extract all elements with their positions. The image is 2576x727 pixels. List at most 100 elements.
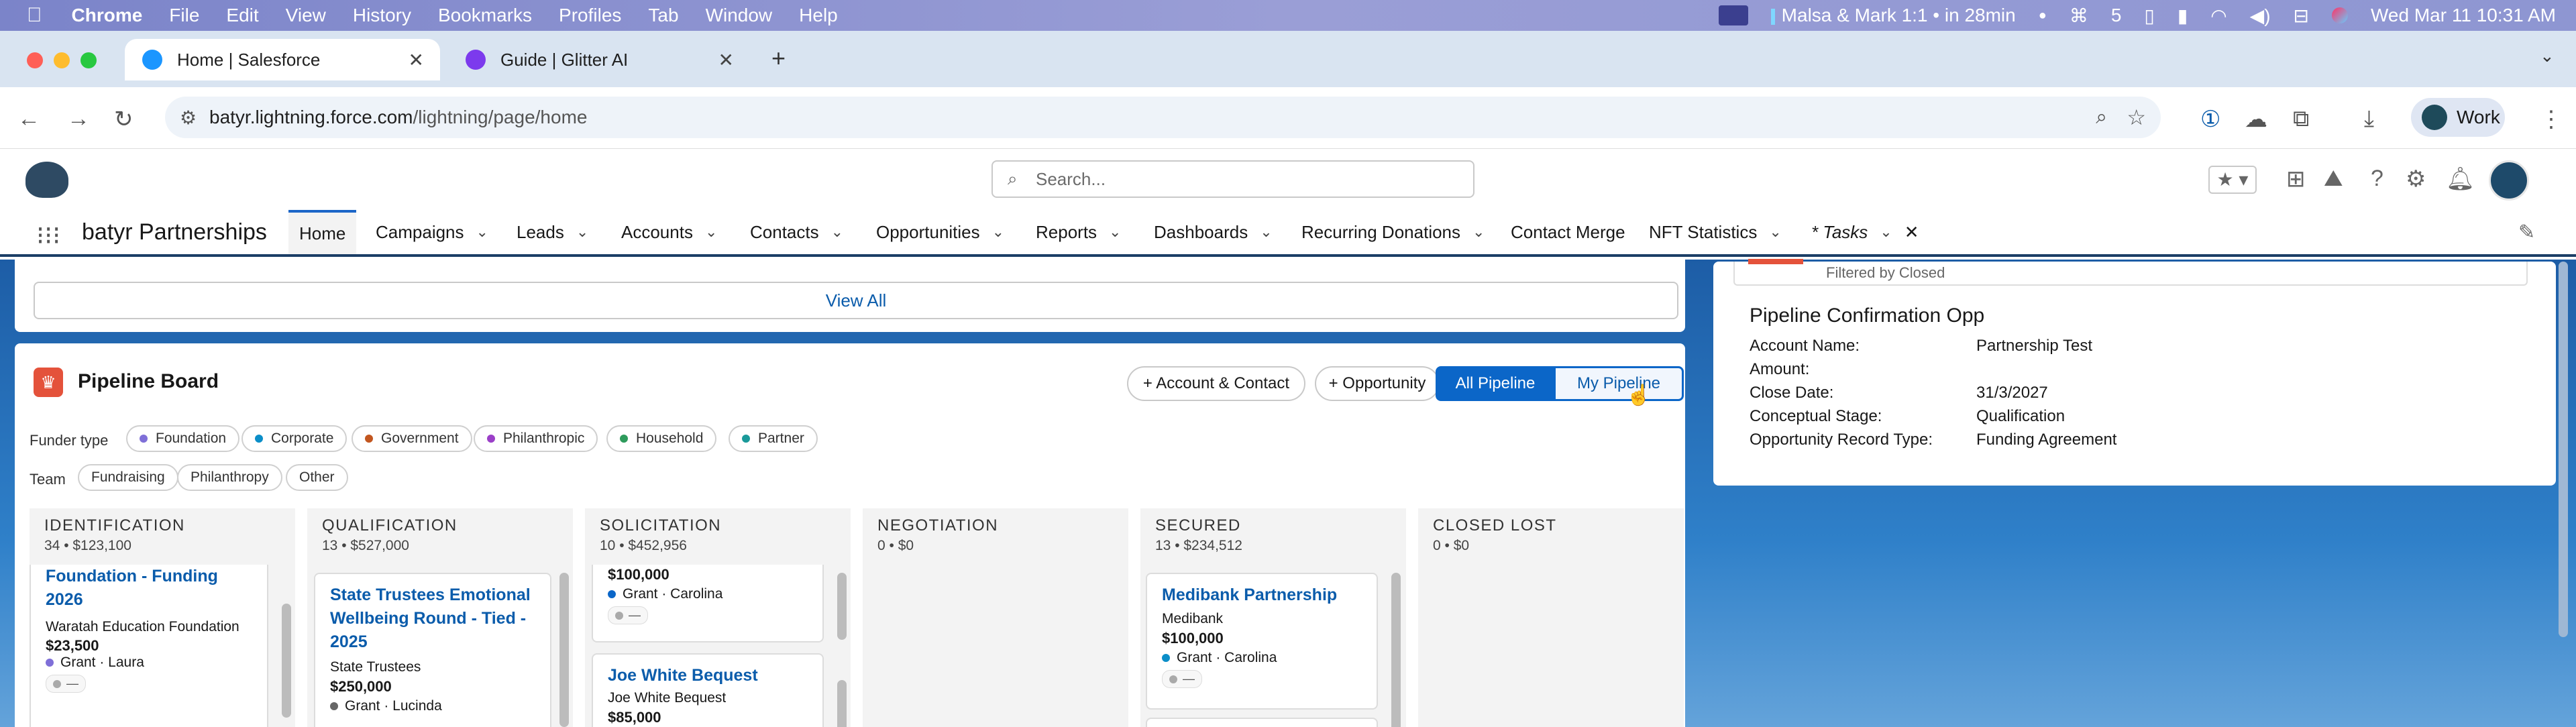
filter-chip-foundation[interactable]: Foundation xyxy=(126,425,240,452)
chevron-down-icon[interactable]: ⌄ xyxy=(831,223,843,241)
column-scrollbar[interactable] xyxy=(1391,573,1401,727)
forward-icon[interactable]: → xyxy=(67,106,90,132)
filter-chip-corporate[interactable]: Corporate xyxy=(241,425,347,452)
opportunity-title[interactable]: Foundation - Funding 2026 xyxy=(46,565,252,612)
password-manager-icon[interactable]: ① xyxy=(2200,106,2220,133)
notification-count[interactable]: 5 xyxy=(2111,5,2122,26)
status-pill[interactable]: — xyxy=(1162,670,1202,688)
wifi-icon[interactable]: ◠ xyxy=(2210,5,2226,27)
opportunity-card[interactable]: Medibank Partnership Medibank $100,000 G… xyxy=(1146,573,1378,710)
column-scrollbar[interactable] xyxy=(837,573,847,640)
cloud-extension-icon[interactable]: ☁ xyxy=(2245,106,2267,133)
menu-view[interactable]: View xyxy=(286,5,326,26)
team-chip-philanthropy[interactable]: Philanthropy xyxy=(177,464,282,491)
chevron-down-icon[interactable]: ⌄ xyxy=(576,223,588,241)
nav-contact-merge[interactable]: Contact Merge xyxy=(1511,210,1625,254)
menu-tab[interactable]: Tab xyxy=(648,5,678,26)
column-scrollbar-thumb[interactable] xyxy=(837,680,847,727)
filter-chip-philanthropic[interactable]: Philanthropic xyxy=(474,425,598,452)
zoom-icon[interactable]: ⌕ xyxy=(2096,106,2107,129)
window-minimize-button[interactable] xyxy=(54,52,70,68)
page-scrollbar[interactable] xyxy=(2559,262,2568,637)
opportunity-title[interactable]: State Trustees Emotional Wellbeing Round… xyxy=(330,583,535,654)
menu-help[interactable]: Help xyxy=(799,5,838,26)
setup-gear-icon[interactable]: ⚙ xyxy=(2406,166,2426,192)
app-launcher-icon[interactable]: ⁝⁝⁝ xyxy=(36,221,60,251)
siri-icon[interactable] xyxy=(2332,7,2348,23)
apple-icon[interactable]:  xyxy=(27,4,42,27)
chrome-menu-icon[interactable]: ⋮ xyxy=(2540,106,2563,133)
site-info-icon[interactable]: ⚙ xyxy=(180,107,197,129)
opportunity-title[interactable]: Joe White Bequest xyxy=(608,664,808,687)
close-tab-icon[interactable]: ✕ xyxy=(1904,222,1919,243)
chevron-down-icon[interactable]: ⌄ xyxy=(705,223,717,241)
nav-accounts[interactable]: Accounts ⌄ xyxy=(621,210,717,254)
menu-edit[interactable]: Edit xyxy=(226,5,258,26)
address-bar[interactable]: ⚙ batyr.lightning.force.com/lightning/pa… xyxy=(165,97,2161,138)
view-all-button[interactable]: View All xyxy=(34,282,1678,319)
chevron-down-icon[interactable]: ⌄ xyxy=(1260,223,1272,241)
chevron-down-icon[interactable]: ⌄ xyxy=(1472,223,1485,241)
menu-bookmarks[interactable]: Bookmarks xyxy=(438,5,532,26)
window-close-button[interactable] xyxy=(27,52,43,68)
favorites-star-icon[interactable]: ★ ▾ xyxy=(2208,166,2257,194)
all-pipeline-button[interactable]: All Pipeline xyxy=(1436,366,1555,401)
opportunity-card[interactable]: Joe White Bequest Joe White Bequest $85,… xyxy=(592,653,824,727)
opportunity-card[interactable]: $100,000 Grant · Carolina — xyxy=(592,565,824,642)
help-icon[interactable]: ? xyxy=(2371,166,2383,192)
screen-icon[interactable] xyxy=(1718,5,1748,25)
my-pipeline-button[interactable]: My Pipeline xyxy=(1554,366,1684,401)
menu-file[interactable]: File xyxy=(169,5,199,26)
browser-tab-salesforce[interactable]: Home | Salesforce ✕ xyxy=(125,39,440,80)
chevron-down-icon[interactable]: ⌄ xyxy=(1109,223,1121,241)
file-icon[interactable]: ▯ xyxy=(2144,5,2154,27)
menu-chrome[interactable]: Chrome xyxy=(72,5,143,26)
filter-chip-partner[interactable]: Partner xyxy=(729,425,818,452)
user-avatar[interactable] xyxy=(2489,160,2529,201)
phone-icon[interactable]: ▮ xyxy=(2178,5,2188,27)
volume-icon[interactable]: ◀) xyxy=(2250,5,2271,27)
nav-leads[interactable]: Leads ⌄ xyxy=(517,210,588,254)
download-icon[interactable]: ⤓ xyxy=(2364,106,2374,132)
profile-button[interactable]: Work xyxy=(2411,98,2505,137)
nav-campaigns[interactable]: Campaigns ⌄ xyxy=(376,210,488,254)
calendar-event[interactable]: Malsa & Mark 1:1 • in 28min xyxy=(1770,5,2016,26)
back-icon[interactable]: ← xyxy=(17,106,40,132)
opportunity-card[interactable]: State Trustees Emotional Wellbeing Round… xyxy=(314,573,551,727)
opportunity-title[interactable]: Pipeline Confirmation Opp xyxy=(1750,304,1984,327)
chevron-down-icon[interactable]: ⌄ xyxy=(1769,223,1781,241)
chevron-down-icon[interactable]: ⌄ xyxy=(992,223,1004,241)
column-scrollbar[interactable] xyxy=(282,604,291,718)
global-actions-icon[interactable]: ⊞ xyxy=(2286,166,2306,192)
menu-history[interactable]: History xyxy=(353,5,411,26)
edit-nav-pencil-icon[interactable]: ✎ xyxy=(2518,221,2535,244)
trailhead-icon[interactable]: ⛰ xyxy=(2324,166,2343,192)
notifications-bell-icon[interactable]: 🔔︎ xyxy=(2446,166,2475,192)
nav-contacts[interactable]: Contacts ⌄ xyxy=(750,210,843,254)
filter-chip-government[interactable]: Government xyxy=(352,425,472,452)
menu-window[interactable]: Window xyxy=(706,5,773,26)
status-pill[interactable]: — xyxy=(608,606,648,624)
org-logo[interactable] xyxy=(25,162,68,198)
global-search-input[interactable]: ⌕ Search... xyxy=(991,160,1474,198)
reload-icon[interactable]: ↻ xyxy=(114,106,133,133)
nav-recurring-donations[interactable]: Recurring Donations ⌄ xyxy=(1301,210,1485,254)
chevron-down-icon[interactable]: ⌄ xyxy=(1880,223,1892,241)
control-center-icon[interactable]: ⊟ xyxy=(2294,5,2309,27)
browser-tab-glitter[interactable]: Guide | Glitter AI ✕ xyxy=(448,39,750,80)
close-tab-icon[interactable]: ✕ xyxy=(409,49,424,71)
nav-reports[interactable]: Reports ⌄ xyxy=(1036,210,1121,254)
close-tab-icon[interactable]: ✕ xyxy=(718,49,734,71)
opportunity-card[interactable]: Foundation - Funding 2026 Waratah Educat… xyxy=(30,565,268,727)
chevron-down-icon[interactable]: ⌄ xyxy=(476,223,488,241)
extensions-icon[interactable]: ⧉ xyxy=(2293,106,2309,132)
datetime[interactable]: Wed Mar 11 10:31 AM xyxy=(2371,5,2556,26)
nav-tasks[interactable]: * Tasks ⌄ ✕ xyxy=(1811,210,1919,254)
nav-nft-statistics[interactable]: NFT Statistics ⌄ xyxy=(1649,210,1782,254)
nav-opportunities[interactable]: Opportunities ⌄ xyxy=(876,210,1004,254)
command-icon[interactable]: ⌘ xyxy=(2070,5,2088,27)
opportunity-card[interactable] xyxy=(1146,718,1378,727)
bookmark-star-icon[interactable]: ☆ xyxy=(2127,105,2146,130)
nav-home[interactable]: Home xyxy=(288,210,357,254)
new-tab-icon[interactable]: + xyxy=(771,44,786,72)
